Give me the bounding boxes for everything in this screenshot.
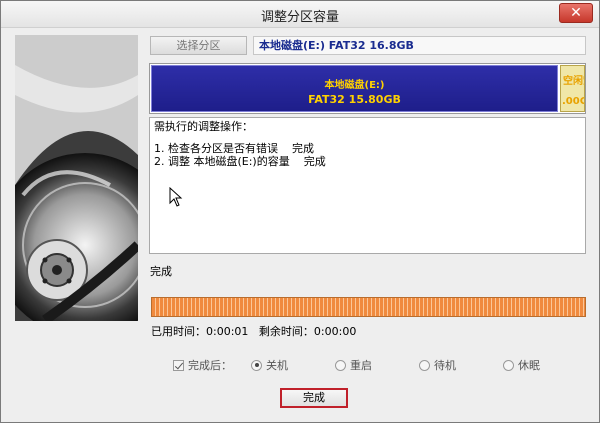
partition-segment-e[interactable]: 本地磁盘(E:) FAT32 15.80GB [151,65,558,112]
close-icon: ✕ [570,5,582,21]
partition-name-display: 本地磁盘(E:) FAT32 16.8GB [253,36,586,55]
free-space-size: .00G [562,96,584,107]
partition-segment-info: FAT32 15.80GB [308,93,401,106]
done-button[interactable]: 完成 [280,388,348,408]
remaining-value: 0:00:00 [313,325,357,338]
timers: 已用时间：0:00:01 剩余时间：0:00:00 [151,323,356,339]
radio-icon [335,359,346,371]
operation-item: 1. 检查各分区是否有错误 完成 [154,142,314,155]
checkbox-icon [173,359,184,371]
radio-shutdown[interactable]: 关机 [251,357,288,373]
mouse-cursor-icon [169,187,183,207]
close-button[interactable]: ✕ [559,3,593,23]
title-bar[interactable]: 调整分区容量 ✕ [1,1,599,28]
operations-list: 需执行的调整操作： 1. 检查各分区是否有错误 完成 2. 调整 本地磁盘(E:… [149,117,586,254]
disk-map: 本地磁盘(E:) FAT32 15.80GB 空闲空 .00G [149,63,586,114]
radio-standby[interactable]: 待机 [419,357,456,373]
radio-hibernate[interactable]: 休眠 [503,357,540,373]
radio-label-restart: 重启 [350,359,372,372]
hard-disk-illustration-icon [15,35,138,321]
after-done-label: 完成后： [188,359,232,372]
elapsed-label: 已用时间： [151,325,206,338]
radio-restart[interactable]: 重启 [335,357,372,373]
window-title: 调整分区容量 [260,10,339,25]
elapsed-value: 0:00:01 [206,325,249,338]
radio-icon [503,359,514,371]
free-space-segment[interactable]: 空闲空 .00G [560,65,585,112]
disk-genius-banner [15,35,138,321]
status-text: 完成 [150,265,172,278]
free-space-label: 空闲空 [563,76,584,87]
after-completion-options: 完成后： 关机 重启 待机 休眠 [173,357,593,373]
radio-label-shutdown: 关机 [266,359,288,372]
radio-selected-icon [251,359,262,371]
select-partition-button[interactable]: 选择分区 [150,36,247,55]
progress-bar [151,297,586,317]
operation-item: 2. 调整 本地磁盘(E:)的容量 完成 [154,155,326,168]
remaining-label: 剩余时间： [258,325,314,338]
radio-label-hibernate: 休眠 [518,359,540,372]
operations-header: 需执行的调整操作： [154,120,253,133]
radio-icon [419,359,430,371]
partition-segment-name: 本地磁盘(E:) [324,80,385,91]
after-done-checkbox[interactable]: 完成后： [173,357,232,373]
radio-label-standby: 待机 [434,359,456,372]
adjust-partition-dialog: 调整分区容量 ✕ 选择分区 本地磁盘(E:) FAT32 16.8GB 本地磁盘… [0,0,600,423]
